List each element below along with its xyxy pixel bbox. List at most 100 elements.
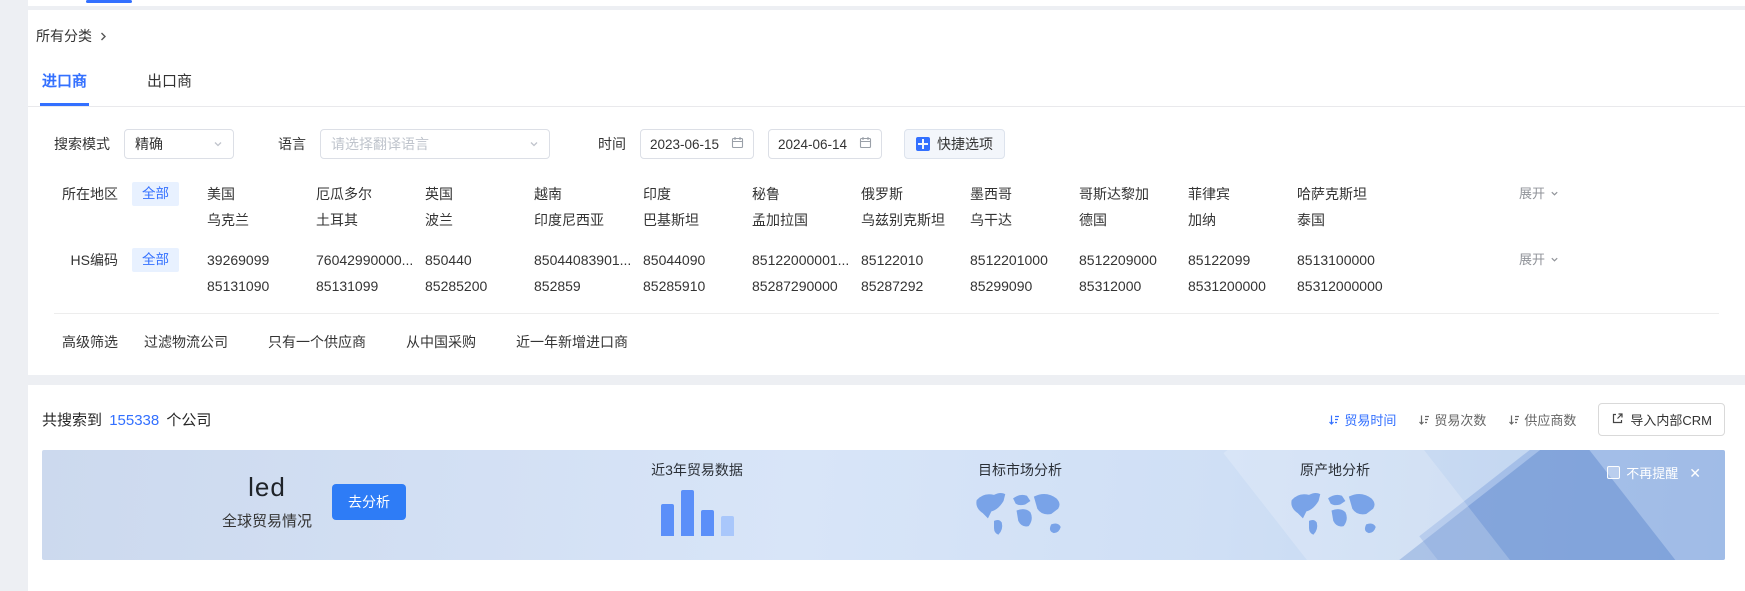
region-option[interactable]: 加纳 [1188, 207, 1297, 233]
region-option[interactable]: 厄瓜多尔 [316, 181, 425, 207]
advanced-filter-row: 高级筛选 过滤物流公司只有一个供应商从中国采购近一年新增进口商 [54, 314, 1719, 375]
hscode-option[interactable]: 850440 [425, 247, 534, 273]
tab-exporters[interactable]: 出口商 [145, 59, 194, 106]
hscode-option[interactable]: 8512209000 [1079, 247, 1188, 273]
hscode-option[interactable]: 852859 [534, 273, 643, 299]
promo-banner: led 全球贸易情况 去分析 近3年贸易数据 目标市场分析 [42, 450, 1725, 560]
sort-label: 供应商数 [1524, 410, 1576, 429]
hscode-option[interactable]: 8512201000 [970, 247, 1079, 273]
banner-keyword-block: led 全球贸易情况 去分析 [222, 472, 406, 531]
results-header: 共搜索到 155338 个公司 贸易时间贸易次数供应商数 导入内部CRM [42, 399, 1725, 450]
quick-options-button[interactable]: 快捷选项 [904, 129, 1005, 159]
search-mode-select[interactable]: 精确 [124, 129, 234, 159]
hscode-option[interactable]: 85287290000 [752, 273, 861, 299]
region-option[interactable]: 乌干达 [970, 207, 1079, 233]
region-option[interactable]: 波兰 [425, 207, 534, 233]
breadcrumb-label[interactable]: 所有分类 [36, 26, 92, 46]
advanced-filter-option[interactable]: 从中国采购 [406, 332, 476, 352]
chevron-right-icon [98, 31, 108, 42]
hscode-option[interactable]: 76042990000... [316, 247, 425, 273]
region-option[interactable]: 英国 [425, 181, 534, 207]
close-icon[interactable]: ✕ [1689, 466, 1701, 480]
date-from-value: 2023-06-15 [650, 137, 719, 152]
region-option[interactable]: 哥斯达黎加 [1079, 181, 1188, 207]
hscode-column: 851310000085312000000 [1297, 247, 1406, 299]
region-option[interactable]: 土耳其 [316, 207, 425, 233]
region-option[interactable]: 秘鲁 [752, 181, 861, 207]
region-option[interactable]: 泰国 [1297, 207, 1406, 233]
region-column: 墨西哥乌干达 [970, 181, 1079, 233]
hscode-option[interactable]: 85044083901... [534, 247, 643, 273]
hscode-option[interactable]: 39269099 [207, 247, 316, 273]
date-from-input[interactable]: 2023-06-15 [640, 129, 754, 159]
hscode-option[interactable]: 85122010 [861, 247, 970, 273]
region-option[interactable]: 俄罗斯 [861, 181, 970, 207]
region-option[interactable]: 印度尼西亚 [534, 207, 643, 233]
tab-importers[interactable]: 进口商 [40, 59, 89, 106]
hscode-column: 851220900085312000 [1079, 247, 1188, 299]
hscode-all-chip[interactable]: 全部 [132, 248, 179, 272]
search-options-row: 搜索模式 精确 语言 请选择翻译语言 时间 2023-06-15 [54, 129, 1719, 159]
banner-card-title: 原产地分析 [1230, 460, 1440, 480]
hscode-expand-link[interactable]: 展开 [1519, 247, 1559, 273]
top-tab-strip [28, 0, 1745, 6]
results-toolbar: 贸易时间 贸易次数 供应商数 导入内部CRM [1328, 403, 1725, 436]
breadcrumb[interactable]: 所有分类 [28, 10, 1745, 59]
hscode-option[interactable]: 85122099 [1188, 247, 1297, 273]
advanced-filter-option[interactable]: 过滤物流公司 [144, 332, 228, 352]
hscode-option[interactable]: 8531200000 [1188, 273, 1297, 299]
sort-label: 贸易次数 [1434, 410, 1486, 429]
region-all-chip[interactable]: 全部 [132, 182, 179, 206]
hscode-option[interactable]: 85285910 [643, 273, 752, 299]
hscode-column: 76042990000...85131099 [316, 247, 425, 299]
hscode-column: 851220998531200000 [1188, 247, 1297, 299]
dismiss-checkbox[interactable] [1607, 466, 1620, 479]
hscode-option[interactable]: 85044090 [643, 247, 752, 273]
region-option[interactable]: 美国 [207, 181, 316, 207]
dismiss-label: 不再提醒 [1626, 463, 1678, 482]
hscode-option[interactable]: 85122000001... [752, 247, 861, 273]
hscode-option[interactable]: 85285200 [425, 273, 534, 299]
region-column: 秘鲁孟加拉国 [752, 181, 861, 233]
region-option[interactable]: 墨西哥 [970, 181, 1079, 207]
sort-icon [1418, 414, 1430, 426]
advanced-filter-option[interactable]: 只有一个供应商 [268, 332, 366, 352]
date-to-input[interactable]: 2024-06-14 [768, 129, 882, 159]
export-icon [1611, 412, 1624, 428]
region-column: 哥斯达黎加德国 [1079, 181, 1188, 233]
region-column: 菲律宾加纳 [1188, 181, 1297, 233]
analyze-button[interactable]: 去分析 [332, 484, 406, 520]
search-filter-panel: 所有分类 进口商出口商 搜索模式 精确 语言 请选择翻译语言 时间 [28, 10, 1745, 375]
advanced-filter-option[interactable]: 近一年新增进口商 [516, 332, 628, 352]
hscode-option[interactable]: 85312000000 [1297, 273, 1406, 299]
import-crm-button[interactable]: 导入内部CRM [1598, 403, 1725, 436]
sort-item-2[interactable]: 供应商数 [1508, 410, 1576, 429]
region-option[interactable]: 越南 [534, 181, 643, 207]
hscode-option[interactable]: 85299090 [970, 273, 1079, 299]
region-option[interactable]: 德国 [1079, 207, 1188, 233]
hscode-option[interactable]: 8513100000 [1297, 247, 1406, 273]
language-select[interactable]: 请选择翻译语言 [320, 129, 550, 159]
hscode-option[interactable]: 85131099 [316, 273, 425, 299]
region-option[interactable]: 孟加拉国 [752, 207, 861, 233]
region-option[interactable]: 印度 [643, 181, 752, 207]
region-expand-link[interactable]: 展开 [1519, 181, 1559, 207]
sort-item-0[interactable]: 贸易时间 [1328, 410, 1396, 429]
hscode-option[interactable]: 85287292 [861, 273, 970, 299]
region-option[interactable]: 乌克兰 [207, 207, 316, 233]
sort-icon [1508, 414, 1520, 426]
search-mode-label: 搜索模式 [54, 134, 110, 154]
region-option[interactable]: 菲律宾 [1188, 181, 1297, 207]
region-option[interactable]: 哈萨克斯坦 [1297, 181, 1406, 207]
sort-icon [1328, 414, 1340, 426]
hscode-option[interactable]: 85131090 [207, 273, 316, 299]
sort-item-1[interactable]: 贸易次数 [1418, 410, 1486, 429]
language-label: 语言 [278, 134, 306, 154]
hscode-option[interactable]: 85312000 [1079, 273, 1188, 299]
region-option[interactable]: 乌兹别克斯坦 [861, 207, 970, 233]
tab-bar: 进口商 出口商 [28, 59, 1745, 107]
banner-subtitle: 全球贸易情况 [222, 510, 312, 531]
results-panel: 共搜索到 155338 个公司 贸易时间贸易次数供应商数 导入内部CRM led… [28, 385, 1745, 591]
region-option[interactable]: 巴基斯坦 [643, 207, 752, 233]
results-count[interactable]: 155338 [109, 412, 159, 429]
